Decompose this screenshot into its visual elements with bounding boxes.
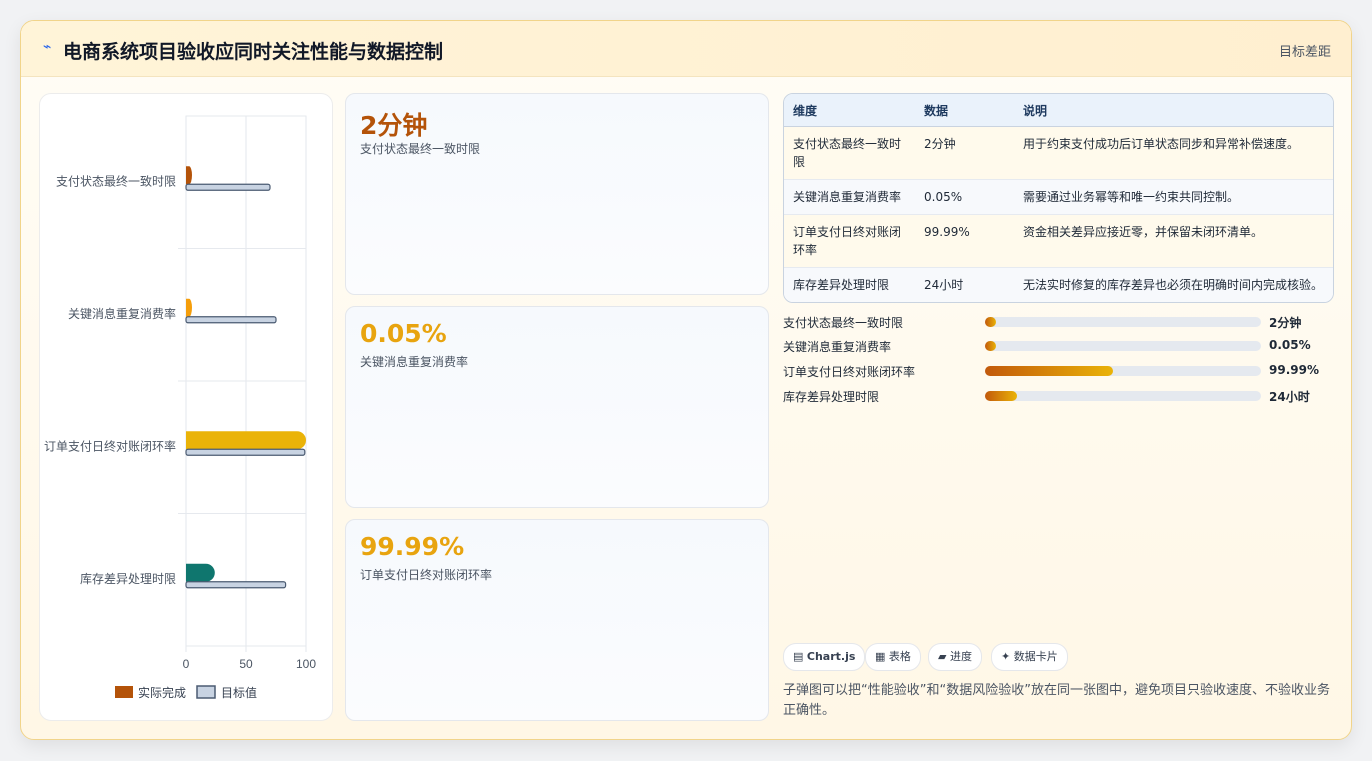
progress-track	[985, 341, 1261, 351]
stat-card: 0.05% 关键消息重复消费率	[345, 306, 769, 508]
bar-actual	[186, 166, 192, 185]
legend-swatch	[196, 685, 216, 699]
table-header-cell: 数据	[915, 94, 1014, 127]
progress-label: 关键消息重复消费率	[783, 340, 892, 354]
table-cell: 关键消息重复消费率	[784, 179, 915, 215]
table-row: 订单支付日终对账闭环率 99.99% 资金相关差异应接近零，并保留未闭环清单。	[784, 214, 1333, 268]
chart-icon: ⌁	[43, 39, 52, 55]
stat-value: 99.99%	[360, 532, 465, 561]
table-header-cell: 维度	[784, 94, 915, 127]
progress-row: 支付状态最终一致时限 2分钟	[783, 314, 1332, 330]
legend-swatch	[115, 686, 133, 698]
chip-progress[interactable]: ▰ 进度	[928, 643, 982, 671]
progress-value: 24小时	[1269, 390, 1310, 404]
card-header: ⌁ 电商系统项目验收应同时关注性能与数据控制 目标差距	[21, 21, 1351, 77]
progress-value: 99.99%	[1269, 363, 1319, 377]
progress-fill	[985, 341, 997, 351]
table-icon: ▦	[875, 650, 886, 663]
stat-value: 0.05%	[360, 319, 447, 348]
bullet-chart-panel: 0 50 100 支付状态最终一致时限关键消息重复消费率订单支付日终对账闭环率库存差异…	[39, 93, 333, 721]
progress-value: 2分钟	[1269, 316, 1302, 330]
chip-label: 进度	[949, 650, 972, 663]
chip-label: Chart.js	[806, 650, 856, 663]
progress-fill	[985, 391, 1017, 401]
table-cell: 订单支付日终对账闭环率	[784, 214, 915, 268]
card-icon: ✦	[1001, 650, 1011, 663]
progress-label: 库存差异处理时限	[783, 390, 880, 404]
y-tick-label: 库存差异处理时限	[80, 571, 176, 586]
dashboard-card: ⌁ 电商系统项目验收应同时关注性能与数据控制 目标差距 0 50 100 支付状态最终…	[20, 20, 1352, 740]
chip-label: 表格	[888, 650, 911, 663]
header-tag: 目标差距	[1278, 45, 1331, 60]
progress-fill	[985, 366, 1114, 376]
x-tick-label: 100	[296, 657, 316, 671]
bar-target	[185, 183, 271, 191]
stat-card: 99.99% 订单支付日终对账闭环率	[345, 519, 769, 721]
table-cell: 库存差异处理时限	[784, 267, 915, 302]
bar-target	[185, 316, 277, 324]
footnote: 子弹图可以把“性能验收”和“数据风险验收”放在同一张图中，避免项目只验收速度、不…	[783, 683, 1330, 718]
legend-label: 实际完成	[138, 685, 186, 700]
page-title: 电商系统项目验收应同时关注性能与数据控制	[63, 41, 444, 63]
table-header-row: 维度 数据 说明	[784, 94, 1333, 127]
progress-row: 库存差异处理时限 24小时	[783, 388, 1332, 404]
table-cell: 0.05%	[915, 179, 1014, 215]
bar-actual	[186, 431, 306, 450]
y-tick-label: 订单支付日终对账闭环率	[44, 438, 176, 453]
progress-track	[985, 366, 1261, 376]
x-tick-label: 50	[239, 657, 253, 671]
stat-label: 订单支付日终对账闭环率	[360, 568, 493, 582]
chip-chartjs[interactable]: ▤ Chart.js	[783, 643, 866, 671]
table-cell: 24小时	[915, 267, 1014, 302]
chip-label: 数据卡片	[1013, 650, 1058, 663]
data-table: 维度 数据 说明 支付状态最终一致时限 2分钟 用于约束支付成功后订单状态同步和…	[783, 93, 1334, 303]
table-row: 关键消息重复消费率 0.05% 需要通过业务幂等和唯一约束共同控制。	[784, 179, 1333, 215]
progress-track	[985, 391, 1261, 401]
progress-fill	[985, 317, 997, 327]
progress-row: 关键消息重复消费率 0.05%	[783, 338, 1332, 354]
progress-label: 支付状态最终一致时限	[783, 316, 904, 330]
bar-target	[185, 581, 287, 589]
stat-label: 支付状态最终一致时限	[360, 142, 481, 156]
chart-icon: ▤	[793, 650, 804, 663]
progress-value: 0.05%	[1269, 338, 1311, 352]
table-cell: 用于约束支付成功后订单状态同步和异常补偿速度。	[1014, 126, 1333, 180]
table-cell: 支付状态最终一致时限	[784, 126, 915, 180]
progress-track	[985, 317, 1261, 327]
table-header-cell: 说明	[1014, 94, 1333, 127]
table-row: 支付状态最终一致时限 2分钟 用于约束支付成功后订单状态同步和异常补偿速度。	[784, 126, 1333, 180]
progress-label: 订单支付日终对账闭环率	[783, 365, 916, 379]
stat-label: 关键消息重复消费率	[360, 355, 469, 369]
legend-label: 目标值	[221, 685, 257, 700]
stat-card: 2分钟 支付状态最终一致时限	[345, 93, 769, 295]
table-cell: 无法实时修复的库存差异也必须在明确时间内完成核验。	[1014, 267, 1333, 302]
progress-icon: ▰	[938, 650, 947, 663]
bullet-chart: 0 50 100 支付状态最终一致时限关键消息重复消费率订单支付日终对账闭环率库存差异…	[44, 115, 316, 700]
bar-target	[185, 448, 306, 456]
table-cell: 需要通过业务幂等和唯一约束共同控制。	[1014, 179, 1333, 215]
chip-table[interactable]: ▦ 表格	[865, 643, 921, 671]
y-tick-label: 支付状态最终一致时限	[56, 173, 176, 188]
x-tick-label: 0	[183, 657, 190, 671]
table-cell: 2分钟	[915, 126, 1014, 180]
table-cell: 资金相关差异应接近零，并保留未闭环清单。	[1014, 214, 1333, 268]
table-row: 库存差异处理时限 24小时 无法实时修复的库存差异也必须在明确时间内完成核验。	[784, 267, 1333, 302]
bar-actual	[186, 298, 192, 317]
y-tick-label: 关键消息重复消费率	[68, 306, 176, 321]
progress-row: 订单支付日终对账闭环率 99.99%	[783, 363, 1332, 379]
chip-data-card[interactable]: ✦ 数据卡片	[991, 643, 1068, 671]
bar-actual	[186, 563, 215, 582]
stat-value: 2分钟	[360, 111, 428, 140]
table-cell: 99.99%	[915, 214, 1014, 268]
